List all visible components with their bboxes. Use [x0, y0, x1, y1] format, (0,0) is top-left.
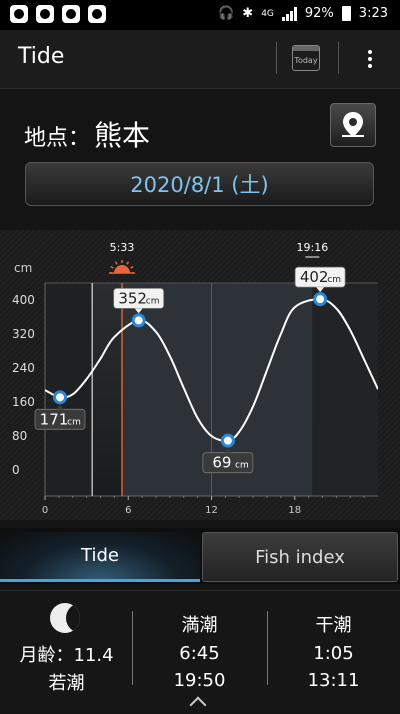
notification-app-icon — [10, 5, 28, 23]
y-tick-label: 320 — [12, 327, 35, 341]
battery-percent: 92% — [304, 6, 334, 21]
notification-app-icon — [88, 5, 106, 23]
date-selector-button[interactable]: 2020/8/1 (土) — [25, 162, 374, 206]
y-tick-label: 0 — [12, 463, 20, 477]
high-tide-time: 19:50 — [173, 670, 226, 691]
notification-app-icon — [62, 5, 80, 23]
tab-bar: Tide Fish index — [0, 528, 400, 584]
y-tick-label: 80 — [12, 429, 27, 443]
tide-extreme-value: 402 — [300, 268, 329, 286]
app-bar: Tide Today — [0, 30, 400, 89]
tide-name: 若潮 — [48, 673, 85, 694]
location-value: 熊本 — [94, 119, 151, 152]
today-button[interactable]: Today — [292, 45, 320, 71]
tide-summary-panel: 月齢：11.4 若潮 満潮 6:45 19:50 干潮 1:05 13:11 — [0, 590, 400, 714]
tide-extreme-point — [220, 433, 235, 448]
map-pin-icon — [342, 112, 364, 137]
app-title: Tide — [18, 44, 65, 69]
tide-extreme-unit: cm — [327, 275, 341, 285]
high-tide-time: 6:45 — [179, 643, 220, 664]
tide-extreme-point — [52, 390, 67, 405]
sunset-time: 19:16 — [297, 241, 329, 254]
sunrise-time: 5:33 — [110, 241, 135, 254]
tide-extreme-value: 171 — [40, 410, 69, 428]
tide-extreme-point — [313, 292, 328, 307]
clock: 3:23 — [358, 6, 388, 21]
night-region — [45, 283, 93, 496]
tide-extreme-unit: cm — [146, 296, 160, 306]
x-tick-label: 18 — [288, 505, 301, 516]
high-tide-title: 満潮 — [181, 615, 218, 636]
location-label: 地点： — [24, 126, 91, 151]
moon-age: 月齢：11.4 — [19, 645, 114, 666]
x-tick-label: 6 — [125, 505, 131, 516]
y-tick-label: 400 — [12, 293, 35, 307]
low-tide-time: 1:05 — [313, 643, 354, 664]
tide-extreme-value: 352 — [118, 289, 147, 307]
y-tick-label: 160 — [12, 395, 35, 409]
battery-icon — [341, 6, 351, 21]
low-tide-title: 干潮 — [315, 615, 352, 636]
headphones-icon: 🎧 — [218, 6, 235, 21]
night-region — [312, 283, 378, 496]
network-type: 4G — [261, 8, 274, 19]
location-display: 地点： 熊本 — [24, 114, 150, 154]
tide-chart: cm0801602403204000 6 12 18 5:33 19:16 171cm3… — [0, 230, 400, 520]
more-options-icon[interactable] — [362, 46, 378, 72]
x-tick-label: 12 — [205, 505, 218, 516]
moon-phase-icon — [50, 603, 80, 633]
y-axis-unit: cm — [14, 261, 32, 275]
today-label: Today — [294, 55, 318, 65]
tab-tide[interactable]: Tide — [0, 532, 200, 582]
x-tick-label: 0 — [42, 505, 48, 516]
map-pin-button[interactable] — [330, 103, 376, 147]
tide-extreme-unit: cm — [235, 461, 249, 471]
toolbar-divider — [338, 42, 339, 74]
notification-app-icon — [36, 5, 54, 23]
sunset-icon — [305, 256, 320, 258]
status-bar: 🎧 ✱ 4G 92% 3:23 — [0, 0, 400, 30]
y-tick-label: 240 — [12, 361, 35, 375]
toolbar-divider — [276, 42, 277, 74]
tab-fish-index[interactable]: Fish index — [202, 532, 398, 582]
tide-extreme-point — [131, 313, 146, 328]
signal-icon — [281, 6, 297, 21]
low-tide-time: 13:11 — [307, 670, 360, 691]
bluetooth-icon: ✱ — [242, 6, 254, 21]
tide-extreme-unit: cm — [67, 417, 81, 427]
tide-extreme-value: 69 — [212, 454, 231, 472]
